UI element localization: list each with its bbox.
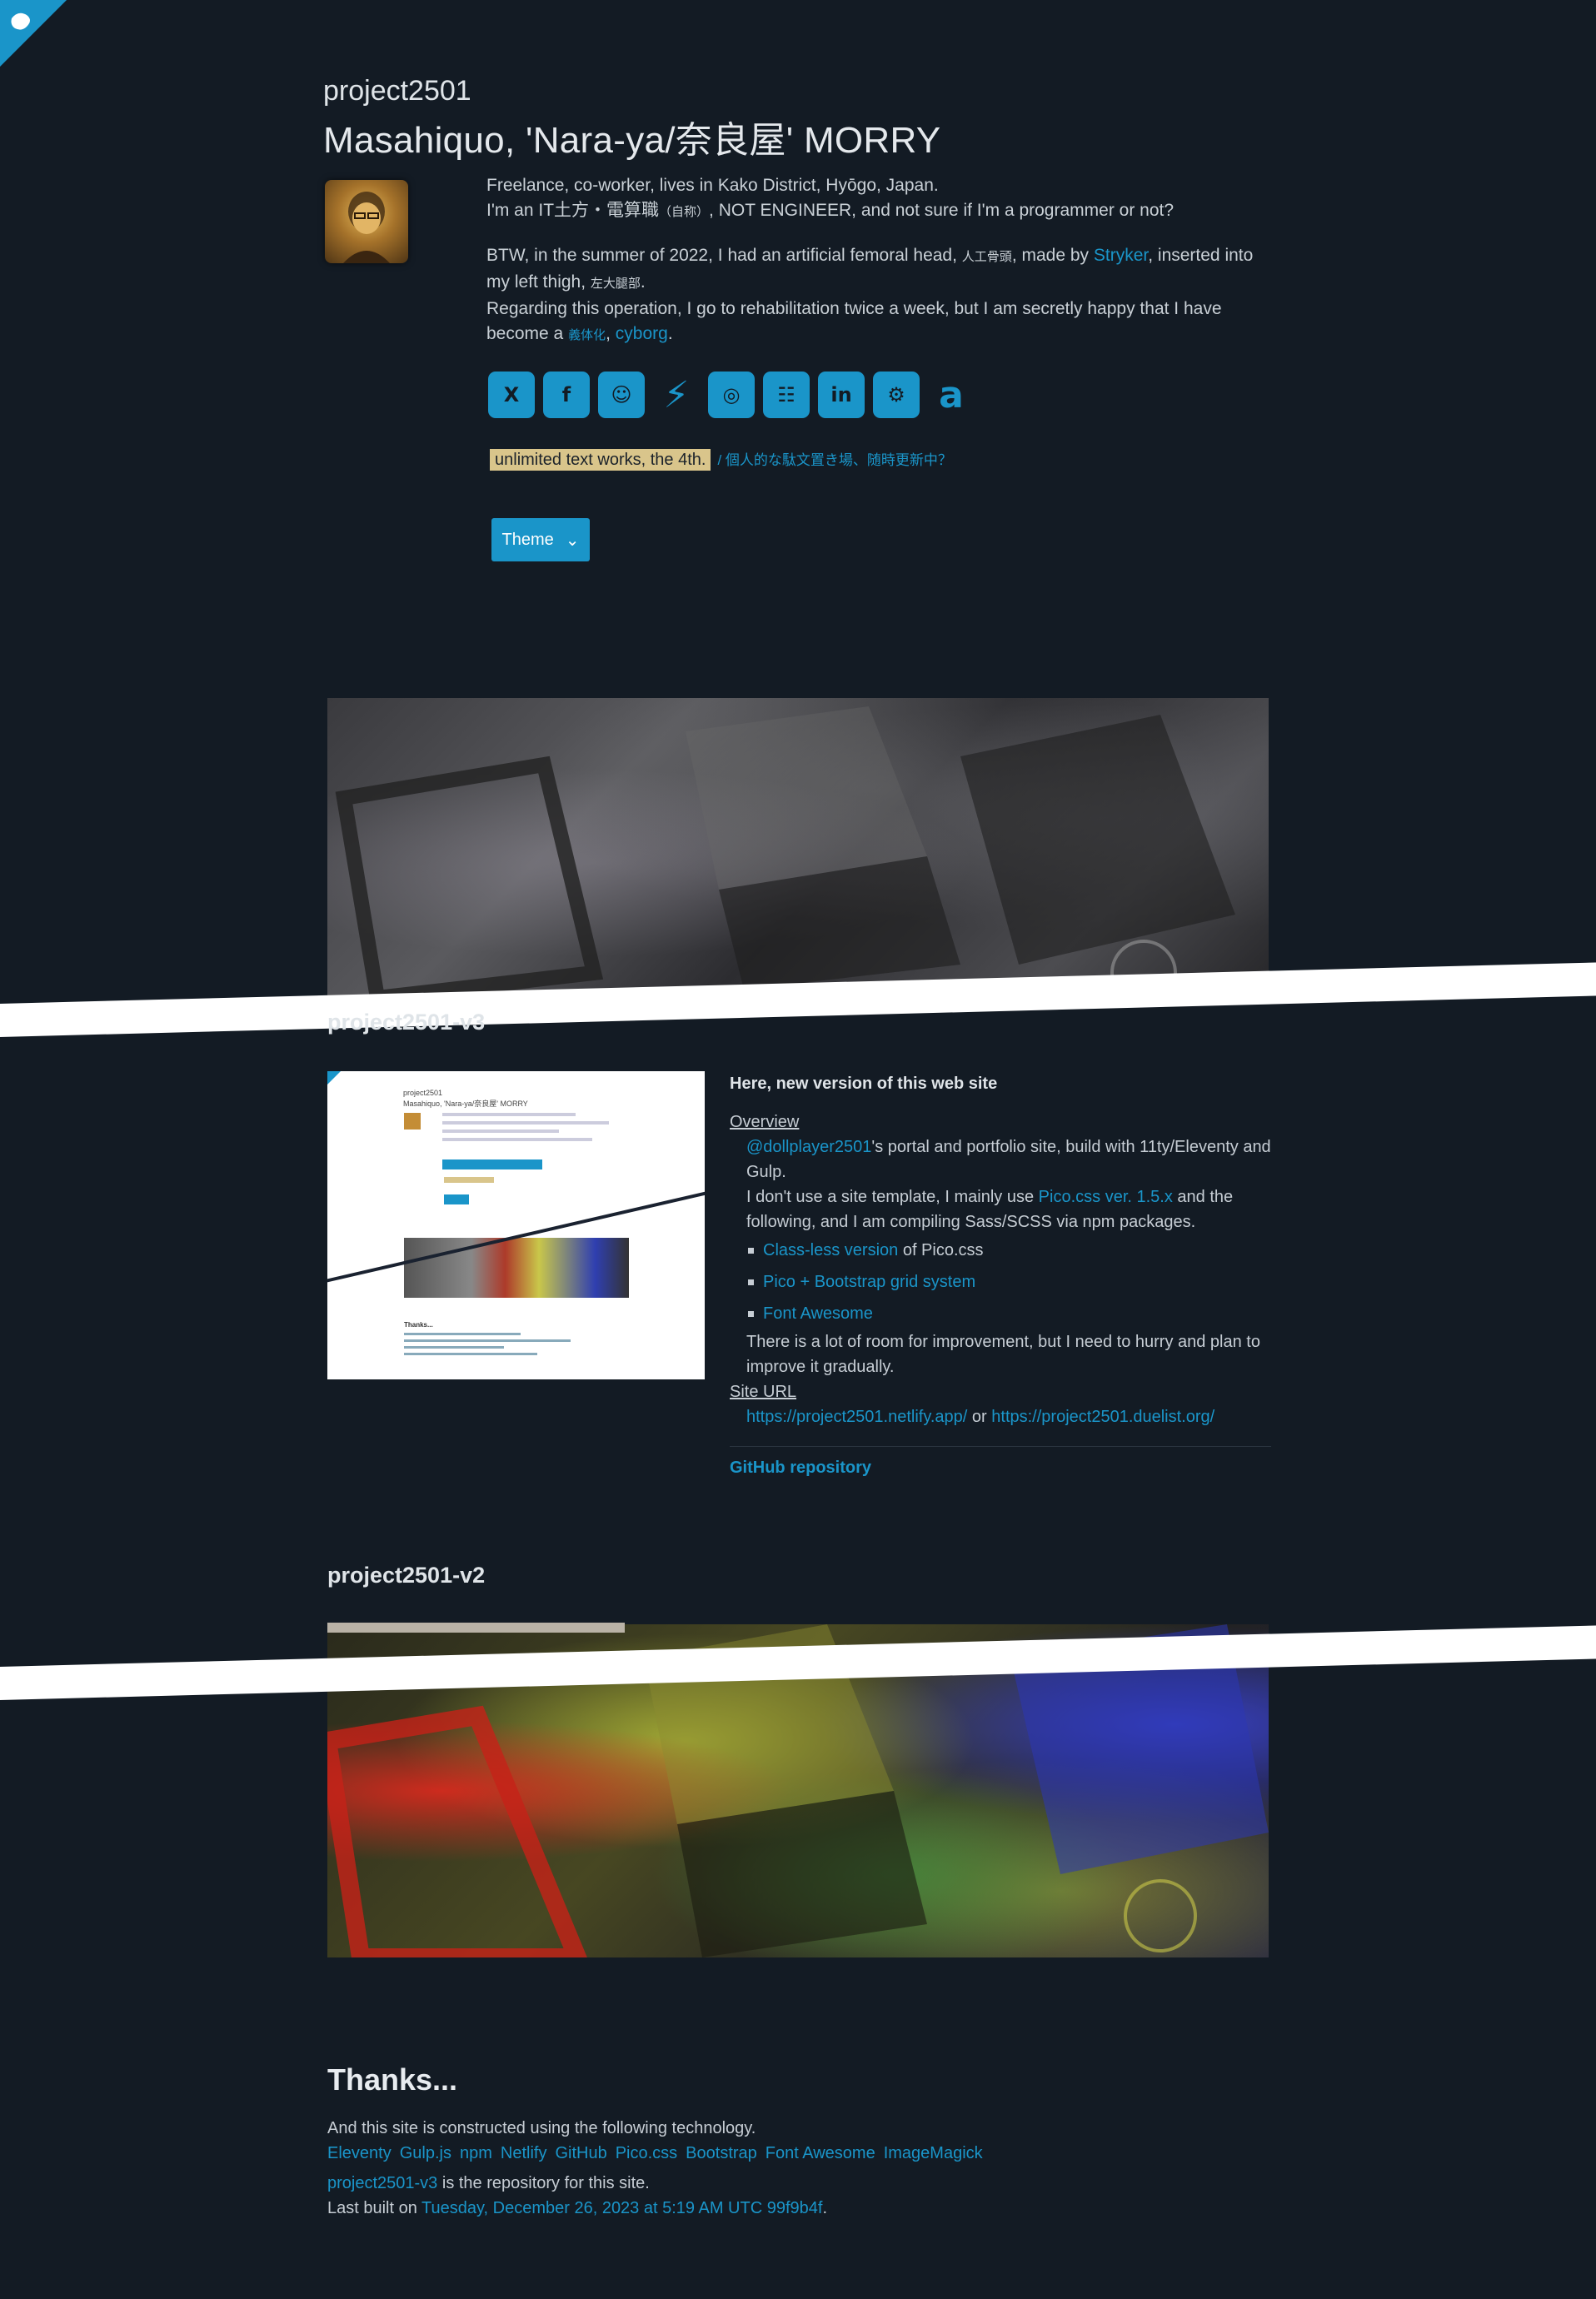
mini-hero	[404, 1238, 629, 1298]
mini-avatar	[404, 1113, 421, 1130]
linkedin-icon[interactable]: in	[818, 372, 865, 418]
list-item: Font Awesome	[748, 1298, 1271, 1329]
instagram-icon[interactable]: ◎	[708, 372, 755, 418]
corner-logo-icon[interactable]	[0, 0, 67, 67]
last-built: Last built on Tuesday, December 26, 2023…	[327, 2199, 827, 2217]
v2-image-edge	[327, 1623, 625, 1633]
mini-title: project2501 Masahiquo, 'Nara-ya/奈良屋' MORR…	[403, 1089, 528, 1108]
steam-icon[interactable]: ⚙	[873, 372, 920, 418]
gitaika-link[interactable]: 義体化	[568, 324, 606, 343]
mini-corner-icon	[327, 1071, 341, 1085]
overview-label: Overview	[730, 1113, 800, 1131]
section-title-v2: project2501-v2	[327, 1563, 486, 1588]
x-icon[interactable]: X	[488, 372, 535, 418]
class-less-link[interactable]: Class-less version	[763, 1241, 898, 1259]
footer: And this site is constructed using the f…	[327, 2116, 1269, 2221]
dollplayer-link[interactable]: @dollplayer2501	[746, 1138, 871, 1156]
improve-text: There is a lot of room for improvement, …	[746, 1333, 1260, 1376]
mini-footer	[404, 1333, 571, 1359]
facebook-icon[interactable]: f	[543, 372, 590, 418]
repo-line: project2501-v3 is the repository for thi…	[327, 2174, 650, 2192]
mini-tag	[444, 1177, 494, 1183]
tagline-ja: / 個人的な駄文置き場、随時更新中？	[717, 452, 952, 468]
divider	[730, 1446, 1271, 1447]
section-title-v3: project2501-v3	[327, 1010, 486, 1035]
tech-links: Eleventy Gulp.js npm Netlify GitHub Pico.css B…	[327, 2141, 1269, 2166]
imagemagick-link[interactable]: ImageMagick	[884, 2144, 983, 2162]
bolt-icon[interactable]: ⚡	[653, 372, 700, 418]
amazon-icon[interactable]: a	[928, 372, 975, 418]
mini-button	[444, 1194, 469, 1204]
chevron-down-icon: ⌄	[565, 531, 580, 550]
stryker-link[interactable]: Stryker	[1094, 246, 1148, 265]
avatar	[325, 180, 408, 263]
thanks-title: Thanks...	[327, 2062, 458, 2097]
github-repository-link[interactable]: GitHub repository	[730, 1459, 871, 1477]
site-urls: https://project2501.netlify.app/ or http…	[746, 1408, 1215, 1426]
tagline: unlimited text works, the 4th. / 個人的な駄文置き…	[490, 448, 952, 471]
mini-thanks: Thanks...	[404, 1321, 433, 1329]
font-awesome-link[interactable]: Font Awesome	[763, 1304, 873, 1323]
bio-line: BTW, in the summer of 2022, I had an art…	[486, 246, 1254, 292]
cyborg-link[interactable]: cyborg	[616, 324, 668, 343]
npm-link[interactable]: npm	[460, 2144, 492, 2162]
mini-icons	[442, 1159, 542, 1169]
theme-label: Theme	[501, 530, 554, 549]
bootstrap-link[interactable]: Bootstrap	[686, 2144, 757, 2162]
pico-link[interactable]: Pico.css ver. 1.5.x	[1039, 1188, 1173, 1206]
gulp-link[interactable]: Gulp.js	[400, 2144, 451, 2162]
duelist-url-link[interactable]: https://project2501.duelist.org/	[991, 1408, 1214, 1426]
mini-text	[442, 1113, 609, 1146]
netlify-url-link[interactable]: https://project2501.netlify.app/	[746, 1408, 967, 1426]
bio: Freelance, co-worker, lives in Kako Dist…	[486, 173, 1269, 348]
github-icon[interactable]: ☺	[598, 372, 645, 418]
bio-line: I'm an IT土方・電算職（自称）, NOT ENGINEER, and n…	[486, 201, 1175, 220]
pico-bootstrap-link[interactable]: Pico + Bootstrap grid system	[763, 1273, 975, 1291]
page-title: Masahiquo, 'Nara-ya/奈良屋' MORRY	[323, 120, 941, 161]
font-awesome-footer-link[interactable]: Font Awesome	[766, 2144, 875, 2162]
build-commit-link[interactable]: Tuesday, December 26, 2023 at 5:19 AM UT…	[421, 2199, 822, 2217]
hero-image	[327, 698, 1269, 998]
unlimited-text-works-link[interactable]: unlimited text works, the 4th.	[490, 449, 711, 471]
bio-line: Regarding this operation, I go to rehabi…	[486, 299, 1222, 343]
list-item: Class-less version of Pico.css	[748, 1234, 1271, 1266]
theme-button[interactable]: Theme ⌄	[491, 518, 590, 561]
v3-screenshot[interactable]: project2501 Masahiquo, 'Nara-ya/奈良屋' MORR…	[327, 1071, 705, 1379]
bio-line: Freelance, co-worker, lives in Kako Dist…	[486, 176, 939, 195]
v3-heading: Here, new version of this web site	[730, 1075, 998, 1093]
list-item: Pico + Bootstrap grid system	[748, 1266, 1271, 1298]
social-links: X f ☺ ⚡ ◎ ☷ in ⚙ a	[488, 372, 975, 418]
netlify-link[interactable]: Netlify	[501, 2144, 547, 2162]
repo-link[interactable]: project2501-v3	[327, 2174, 437, 2192]
github-link[interactable]: GitHub	[555, 2144, 606, 2162]
site-name[interactable]: project2501	[323, 75, 471, 107]
tech-list: Class-less version of Pico.css Pico + Bo…	[730, 1234, 1271, 1329]
thanks-intro: And this site is constructed using the f…	[327, 2119, 756, 2137]
slideshare-icon[interactable]: ☷	[763, 372, 810, 418]
overview-text: @dollplayer2501's portal and portfolio s…	[746, 1138, 1271, 1231]
v3-details: Here, new version of this web site Overv…	[730, 1071, 1271, 1480]
site-url-label: Site URL	[730, 1383, 797, 1401]
eleventy-link[interactable]: Eleventy	[327, 2144, 392, 2162]
picocss-link[interactable]: Pico.css	[616, 2144, 677, 2162]
